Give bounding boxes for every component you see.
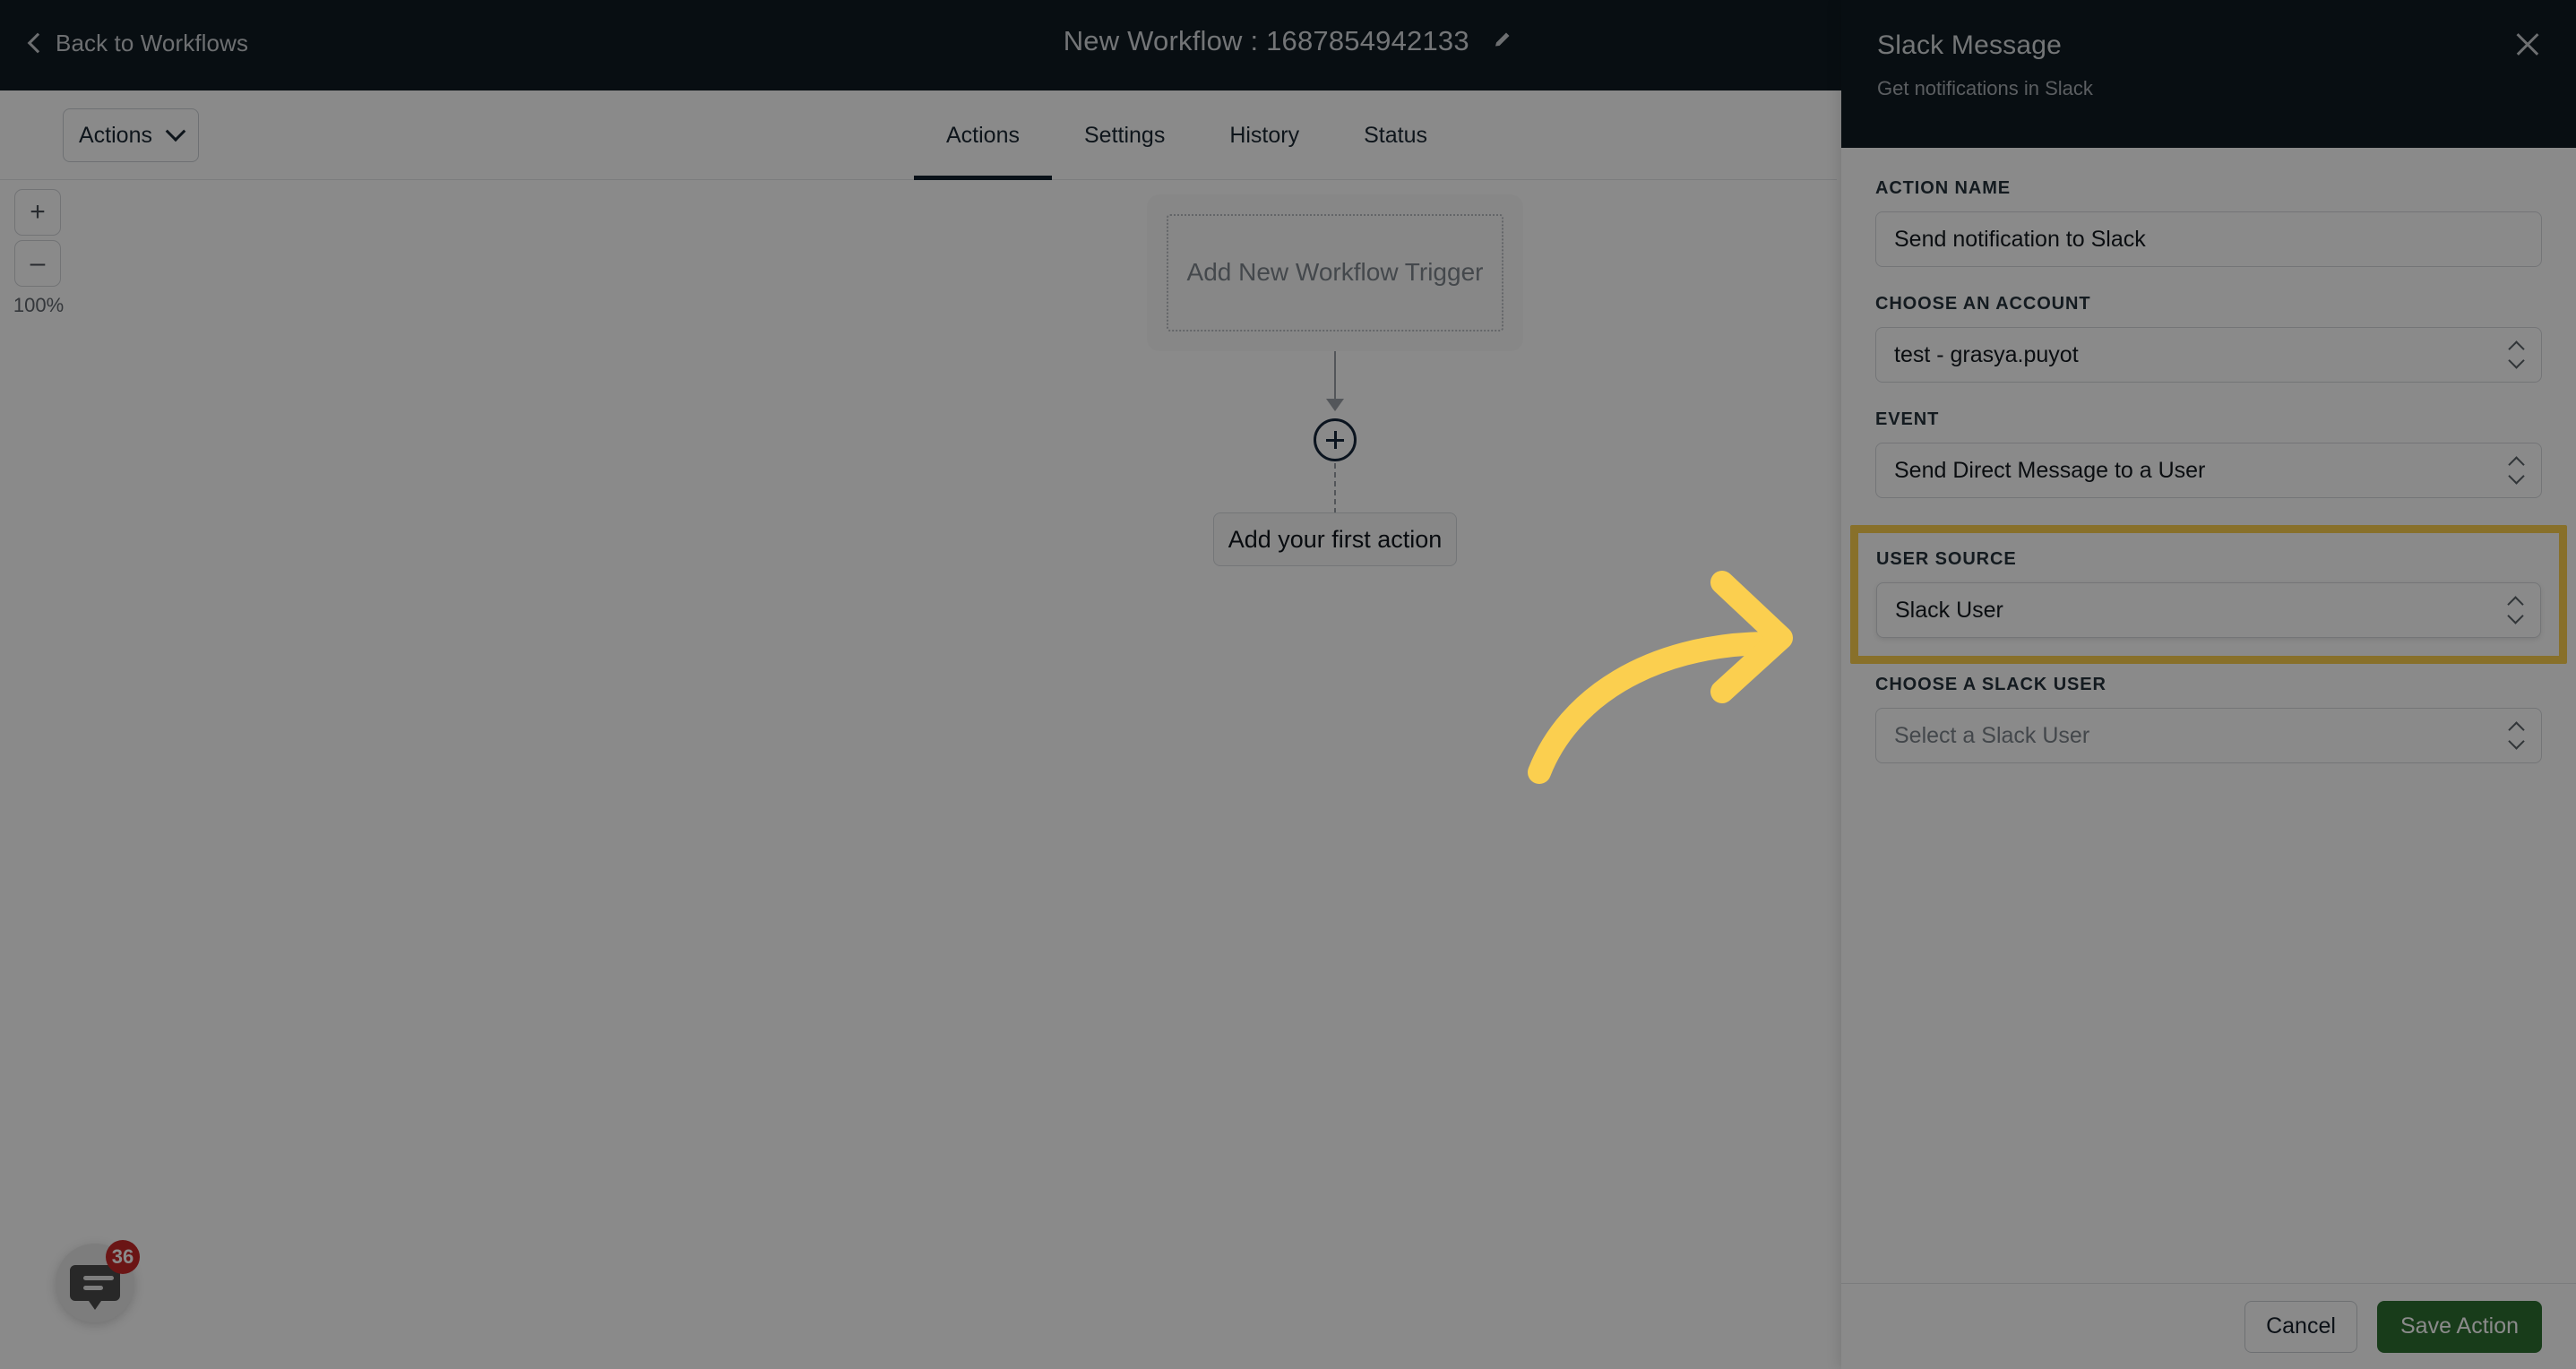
workflow-toolbar: Actions Actions Settings History Status [0,90,1837,180]
add-trigger-label: Add New Workflow Trigger [1167,214,1503,331]
save-action-button[interactable]: Save Action [2377,1300,2542,1353]
event-value: Send Direct Message to a User [1894,457,2206,483]
connector-arrowhead-icon [1326,399,1344,411]
chat-support-widget[interactable]: 36 [56,1240,140,1322]
back-to-workflows-link[interactable]: Back to Workflows [27,30,249,57]
back-to-workflows-label: Back to Workflows [56,30,249,56]
panel-footer: Cancel Save Action [1841,1283,2576,1369]
field-event: EVENT Send Direct Message to a User [1875,409,2542,498]
zoom-in-button[interactable]: + [14,189,61,236]
add-first-action-label: Add your first action [1228,525,1443,553]
user-source-value: Slack User [1895,597,2003,623]
panel-form: ACTION NAME Send notification to Slack C… [1841,148,2576,763]
pencil-icon[interactable] [1493,30,1512,54]
save-action-button-label: Save Action [2399,1313,2520,1339]
select-stepper-icon [2507,595,2524,625]
plus-icon: + [30,197,46,227]
cancel-button[interactable]: Cancel [2244,1300,2357,1353]
choose-account-value: test - grasya.puyot [1894,341,2079,367]
chevron-left-icon [27,32,48,54]
field-user-source: USER SOURCE Slack User [1850,525,2567,664]
page-title: New Workflow : 1687854942133 [1063,25,1469,56]
panel-title: Slack Message [1877,30,2063,60]
workflow-flow: Add New Workflow Trigger Add your first … [1147,194,1523,566]
tab-settings-label: Settings [1083,122,1166,148]
add-step-plus-button[interactable] [1314,418,1357,461]
actions-dropdown-button[interactable]: Actions [63,108,199,162]
add-first-action-button[interactable]: Add your first action [1213,512,1457,566]
event-select[interactable]: Send Direct Message to a User [1875,443,2542,498]
chat-unread-badge: 36 [106,1240,140,1274]
chevron-down-icon [165,121,186,142]
slack-message-panel: Slack Message Get notifications in Slack… [1841,0,2576,1369]
field-choose-slack-user: CHOOSE A SLACK USER Select a Slack User [1875,675,2542,763]
select-stepper-icon [2508,340,2525,370]
zoom-out-button[interactable]: – [14,240,61,287]
field-choose-account-label: CHOOSE AN ACCOUNT [1875,294,2091,314]
zoom-controls: + – 100% [13,189,73,317]
tab-actions-label: Actions [946,122,1020,148]
field-action-name: ACTION NAME Send notification to Slack [1875,178,2542,267]
field-choose-slack-user-label: CHOOSE A SLACK USER [1875,675,2106,694]
field-action-name-label: ACTION NAME [1875,178,2012,198]
field-choose-account: CHOOSE AN ACCOUNT test - grasya.puyot [1875,294,2542,383]
tab-history-label: History [1229,122,1300,148]
close-icon[interactable] [2510,27,2546,63]
connector-line-bottom [1334,463,1336,513]
workflow-tabs: Actions Settings History Status [914,90,1460,180]
select-stepper-icon [2508,720,2525,751]
choose-slack-user-placeholder: Select a Slack User [1894,722,2090,748]
field-event-label: EVENT [1875,409,1940,429]
actions-dropdown-label: Actions [79,122,152,148]
cancel-button-label: Cancel [2266,1313,2336,1339]
tab-status[interactable]: Status [1331,90,1460,180]
tab-actions[interactable]: Actions [914,90,1052,180]
action-name-value: Send notification to Slack [1894,226,2146,252]
panel-header: Slack Message Get notifications in Slack [1841,0,2576,148]
panel-subtitle: Get notifications in Slack [1877,77,2093,99]
zoom-level-label: 100% [13,294,65,316]
workflow-canvas[interactable]: + – 100% Add New Workflow Trigger Add yo… [0,180,1837,1369]
field-user-source-label: USER SOURCE [1876,549,2017,569]
action-name-input[interactable]: Send notification to Slack [1875,211,2542,267]
user-source-select[interactable]: Slack User [1876,582,2541,638]
tab-settings[interactable]: Settings [1052,90,1197,180]
add-trigger-card[interactable]: Add New Workflow Trigger [1147,194,1523,351]
select-stepper-icon [2508,455,2525,486]
minus-icon: – [30,248,46,278]
tab-history[interactable]: History [1197,90,1331,180]
choose-slack-user-select[interactable]: Select a Slack User [1875,708,2542,763]
choose-account-select[interactable]: test - grasya.puyot [1875,327,2542,383]
tab-status-label: Status [1364,122,1427,148]
